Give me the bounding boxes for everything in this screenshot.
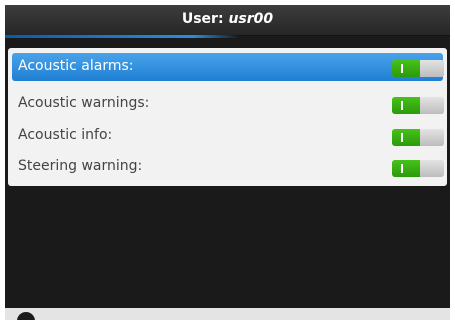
toggle-on-indicator [392,129,420,146]
setting-label: Acoustic alarms: [18,58,134,74]
settings-list: Acoustic alarms: Acoustic warnings: Acou… [8,48,447,186]
setting-row-acoustic-warnings[interactable]: Acoustic warnings: [12,90,444,118]
acoustic-info-toggle[interactable] [392,129,444,146]
setting-row-acoustic-info[interactable]: Acoustic info: [12,122,444,150]
title-prefix: User: [181,11,224,27]
toggle-knob [420,160,444,177]
toggle-knob [420,60,444,77]
title-username: usr00 [228,11,274,27]
bottom-bar [5,308,450,320]
toggle-knob [420,97,444,114]
setting-label: Acoustic info: [18,127,113,143]
toggle-on-indicator [392,97,420,114]
screen: User: usr00 Acoustic alarms: Acoustic wa… [5,5,450,320]
setting-row-acoustic-alarms[interactable]: Acoustic alarms: [12,53,444,81]
setting-label: Acoustic warnings: [18,95,150,111]
title-accent-line [5,35,240,38]
toggle-on-indicator [392,160,420,177]
toggle-knob [420,129,444,146]
toggle-on-indicator [392,60,420,77]
title-bar: User: usr00 [5,5,450,36]
circle-icon [17,312,35,320]
acoustic-alarms-toggle[interactable] [392,60,444,77]
acoustic-warnings-toggle[interactable] [392,97,444,114]
setting-row-steering-warning[interactable]: Steering warning: [12,153,444,181]
page-title: User: usr00 [5,11,450,27]
steering-warning-toggle[interactable] [392,160,444,177]
setting-label: Steering warning: [18,158,143,174]
